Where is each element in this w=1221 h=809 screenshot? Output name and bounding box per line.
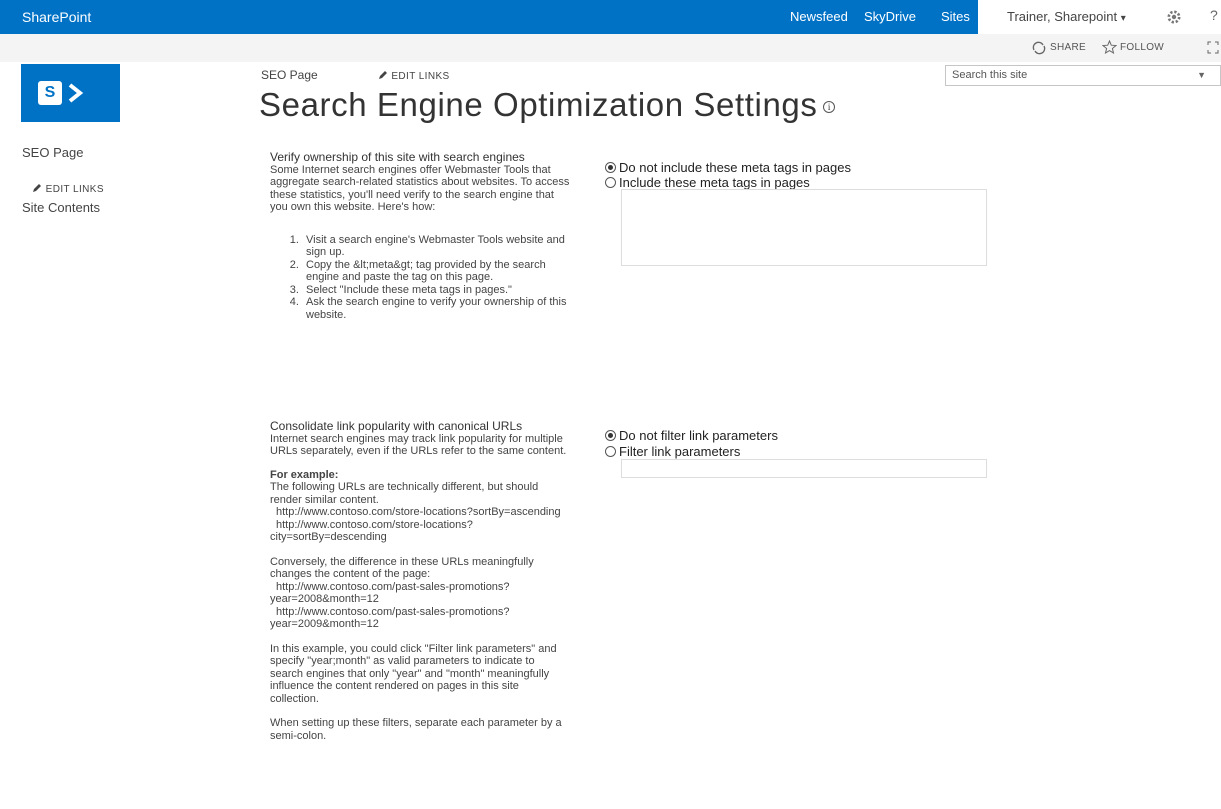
filters-note: When setting up these filters, separate … <box>270 717 562 742</box>
step-item: Visit a search engine's Webmaster Tools … <box>302 234 570 259</box>
radio-button[interactable] <box>605 177 616 188</box>
radio-filter-params[interactable]: Filter link parameters <box>605 444 740 459</box>
user-menu-area: Trainer, Sharepoint ▾ <box>978 0 1221 34</box>
suite-bar: SharePoint Newsfeed SkyDrive Sites Train… <box>0 0 1221 34</box>
star-icon <box>1102 40 1117 54</box>
leftnav-edit-links[interactable]: EDIT LINKS <box>32 180 104 195</box>
step-item: Copy the &lt;meta&gt; tag provided by th… <box>302 259 570 284</box>
example-url: http://www.contoso.com/past-sales-promot… <box>270 580 510 606</box>
breadcrumb-site[interactable]: SEO Page <box>261 68 318 82</box>
sharepoint-arrow-icon <box>68 83 84 103</box>
pencil-icon <box>379 71 387 79</box>
meta-tags-textarea[interactable] <box>621 189 987 266</box>
radio-button[interactable] <box>605 430 616 441</box>
radio-no-filter-params[interactable]: Do not filter link parameters <box>605 428 778 443</box>
focus-icon[interactable] <box>1207 41 1219 54</box>
user-menu[interactable]: Trainer, Sharepoint ▾ <box>1007 0 1126 36</box>
info-icon[interactable]: i <box>823 101 836 114</box>
search-input[interactable]: Search this site ▼ <box>945 65 1221 86</box>
radio-no-meta-tags[interactable]: Do not include these meta tags in pages <box>605 160 851 175</box>
leftnav-item-seo-page[interactable]: SEO Page <box>22 145 83 160</box>
sharepoint-logo-icon: S <box>38 81 62 105</box>
example-heading: For example: <box>270 468 339 481</box>
section-description: Internet search engines may track link p… <box>270 432 567 458</box>
top-nav-newsfeed[interactable]: Newsfeed <box>790 0 848 34</box>
help-icon[interactable]: ? <box>1210 7 1218 23</box>
section-description: Some Internet search engines offer Webma… <box>270 163 570 214</box>
filter-params-input[interactable] <box>621 459 987 478</box>
example-intro: The following URLs are technically diffe… <box>270 481 539 506</box>
radio-button[interactable] <box>605 162 616 173</box>
breadcrumb-edit-links[interactable]: EDIT LINKS <box>378 68 450 82</box>
share-icon <box>1032 41 1046 55</box>
example-url: http://www.contoso.com/store-locations?c… <box>270 518 473 544</box>
leftnav-item-site-contents[interactable]: Site Contents <box>22 200 100 215</box>
radio-button[interactable] <box>605 446 616 457</box>
example-url: http://www.contoso.com/store-locations?s… <box>276 506 561 518</box>
gear-icon[interactable] <box>1166 9 1182 25</box>
steps-list: Visit a search engine's Webmaster Tools … <box>270 234 570 322</box>
search-scope-dropdown-icon[interactable]: ▼ <box>1197 70 1206 80</box>
top-nav-sites[interactable]: Sites <box>941 0 970 34</box>
example-explanation: In this example, you could click "Filter… <box>270 642 557 705</box>
page-title: Search Engine Optimization Settings i <box>259 86 836 124</box>
brand-link[interactable]: SharePoint <box>22 9 91 25</box>
site-logo[interactable]: S <box>21 64 120 122</box>
example-url: http://www.contoso.com/past-sales-promot… <box>270 605 510 631</box>
action-bar: SHARE FOLLOW <box>0 34 1221 62</box>
section-verify-ownership: Verify ownership of this site with searc… <box>270 151 570 321</box>
conversely-text: Conversely, the difference in these URLs… <box>270 555 534 581</box>
share-button[interactable]: SHARE <box>1050 42 1086 53</box>
section-canonical-urls: Consolidate link popularity with canonic… <box>270 420 570 742</box>
step-item: Ask the search engine to verify your own… <box>302 296 570 321</box>
top-nav-skydrive[interactable]: SkyDrive <box>864 0 916 34</box>
follow-button[interactable]: FOLLOW <box>1120 42 1164 53</box>
step-item: Select "Include these meta tags in pages… <box>302 284 570 297</box>
section-heading: Verify ownership of this site with searc… <box>270 150 525 164</box>
radio-include-meta-tags[interactable]: Include these meta tags in pages <box>605 175 810 190</box>
pencil-icon <box>33 184 41 192</box>
section-heading: Consolidate link popularity with canonic… <box>270 419 523 433</box>
